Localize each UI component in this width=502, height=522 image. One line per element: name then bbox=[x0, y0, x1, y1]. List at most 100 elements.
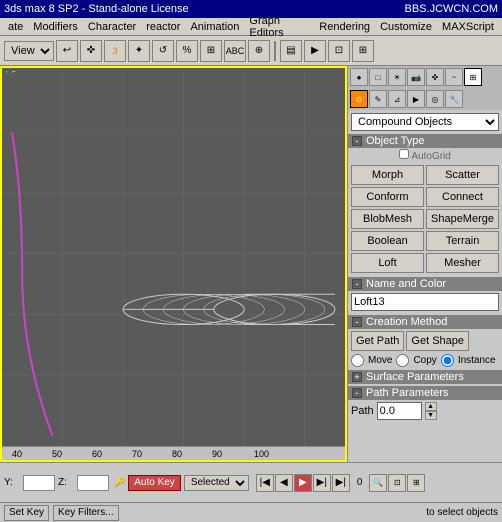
toolbar-btn-move[interactable]: ✦ bbox=[128, 40, 150, 62]
path-params-collapse[interactable]: - bbox=[352, 388, 362, 398]
path-spin-up[interactable]: ▲ bbox=[425, 402, 437, 411]
autogrid-checkbox[interactable] bbox=[399, 149, 409, 159]
conform-button[interactable]: Conform bbox=[351, 187, 424, 207]
goto-start-btn[interactable]: |◀ bbox=[256, 474, 274, 492]
surface-params-expand[interactable]: + bbox=[352, 372, 362, 382]
toolbar-btn-num[interactable]: 3 bbox=[104, 40, 126, 62]
rp-icon-hierarchy[interactable]: ⊿ bbox=[388, 90, 406, 108]
loft-button[interactable]: Loft bbox=[351, 253, 424, 273]
time-controls: Y: Z: 🔑 Auto Key Selected |◀ ◀ ▶ ▶| ▶| 0… bbox=[0, 462, 502, 502]
rp-icon-spacewarp[interactable]: ~ bbox=[445, 68, 463, 86]
keyfilters-button[interactable]: Key Filters... bbox=[53, 505, 119, 521]
rp-icon-shape[interactable]: □ bbox=[369, 68, 387, 86]
mini-btn1[interactable]: 🔍 bbox=[369, 474, 387, 492]
scatter-button[interactable]: Scatter bbox=[426, 165, 499, 185]
playback-controls: |◀ ◀ ▶ ▶| ▶| bbox=[256, 474, 350, 492]
terrain-button[interactable]: Terrain bbox=[426, 231, 499, 251]
y-input[interactable] bbox=[23, 475, 55, 491]
key-icon: 🔑 bbox=[114, 477, 125, 488]
compound-objects-dropdown[interactable]: Compound Objects bbox=[351, 113, 499, 131]
menu-rendering[interactable]: Rendering bbox=[315, 21, 374, 33]
ruler-tick-70: 70 bbox=[132, 449, 142, 459]
object-type-header: - Object Type bbox=[348, 134, 502, 148]
morph-button[interactable]: Morph bbox=[351, 165, 424, 185]
viewport[interactable]: View bbox=[0, 66, 347, 462]
boolean-button[interactable]: Boolean bbox=[351, 231, 424, 251]
shapemerge-button[interactable]: ShapeMerge bbox=[426, 209, 499, 229]
creation-method-collapse[interactable]: - bbox=[352, 317, 362, 327]
rp-icon-helper[interactable]: ✜ bbox=[426, 68, 444, 86]
rp-icon-camera[interactable]: 📷 bbox=[407, 68, 425, 86]
play-btn[interactable]: ▶ bbox=[294, 474, 312, 492]
path-row: Path ▲ ▼ bbox=[348, 400, 502, 422]
autokey-button[interactable]: Auto Key bbox=[128, 475, 181, 491]
next-frame-btn[interactable]: ▶| bbox=[313, 474, 331, 492]
rp-icon-create[interactable]: ⊙ bbox=[350, 90, 368, 108]
rp-icon-system[interactable]: ⊞ bbox=[464, 68, 482, 86]
selected-dropdown[interactable]: Selected bbox=[184, 475, 249, 491]
view-dropdown[interactable]: View bbox=[4, 41, 54, 61]
frame-count: 0 bbox=[357, 477, 363, 488]
object-type-collapse[interactable]: - bbox=[352, 136, 362, 146]
rp-icon-utilities[interactable]: 🔧 bbox=[445, 90, 463, 108]
menu-reactor[interactable]: reactor bbox=[142, 21, 184, 33]
goto-end-btn[interactable]: ▶| bbox=[332, 474, 350, 492]
creation-method-label: Creation Method bbox=[366, 316, 447, 328]
menu-modifiers[interactable]: Modifiers bbox=[29, 21, 82, 33]
creation-method-header: - Creation Method bbox=[348, 315, 502, 329]
rp-icon-modify[interactable]: ✎ bbox=[369, 90, 387, 108]
surface-params-header[interactable]: + Surface Parameters bbox=[348, 370, 502, 384]
path-params-label: Path Parameters bbox=[366, 387, 449, 399]
toolbar-btn-abc[interactable]: ABC bbox=[224, 40, 246, 62]
menu-graph-editors[interactable]: Graph Editors bbox=[245, 15, 313, 39]
ruler-tick-100: 100 bbox=[254, 449, 269, 459]
mini-btn2[interactable]: ⊡ bbox=[388, 474, 406, 492]
ruler-tick-40: 40 bbox=[12, 449, 22, 459]
menu-maxscript[interactable]: MAXScript bbox=[438, 21, 498, 33]
menu-ate[interactable]: ate bbox=[4, 21, 27, 33]
toolbar-btn-view2[interactable]: ⊞ bbox=[352, 40, 374, 62]
name-color-collapse[interactable]: - bbox=[352, 279, 362, 289]
toolbar-separator bbox=[274, 41, 276, 61]
path-spinner: ▲ ▼ bbox=[425, 402, 437, 420]
radio-copy[interactable] bbox=[396, 354, 409, 367]
toolbar-btn-layer[interactable]: ▤ bbox=[280, 40, 302, 62]
toolbar-btn-rotate[interactable]: ↺ bbox=[152, 40, 174, 62]
mini-btn3[interactable]: ⊞ bbox=[407, 474, 425, 492]
mesher-button[interactable]: Mesher bbox=[426, 253, 499, 273]
toolbar-btn-snap[interactable]: ⊕ bbox=[248, 40, 270, 62]
creation-radio-row: Move Copy Instance bbox=[348, 353, 502, 368]
ruler-tick-60: 60 bbox=[92, 449, 102, 459]
toolbar-btn-render[interactable]: ▶ bbox=[304, 40, 326, 62]
name-input[interactable] bbox=[351, 293, 499, 311]
toolbar-btn-select[interactable]: ✜ bbox=[80, 40, 102, 62]
setkey-button[interactable]: Set Key bbox=[4, 505, 49, 521]
path-spin-down[interactable]: ▼ bbox=[425, 411, 437, 420]
rp-icon-display[interactable]: ◎ bbox=[426, 90, 444, 108]
connect-button[interactable]: Connect bbox=[426, 187, 499, 207]
radio-instance[interactable] bbox=[441, 354, 454, 367]
toolbar-btn-mirror[interactable]: ⊞ bbox=[200, 40, 222, 62]
prev-frame-btn[interactable]: ◀ bbox=[275, 474, 293, 492]
toolbar-btn-undo[interactable]: ↩ bbox=[56, 40, 78, 62]
get-shape-button[interactable]: Get Shape bbox=[406, 331, 469, 351]
path-input[interactable] bbox=[377, 402, 422, 420]
radio-instance-label: Instance bbox=[458, 355, 496, 366]
radio-move[interactable] bbox=[351, 354, 364, 367]
object-type-label: Object Type bbox=[366, 135, 425, 147]
menu-character[interactable]: Character bbox=[84, 21, 140, 33]
z-input[interactable] bbox=[77, 475, 109, 491]
toolbar: View ↩ ✜ 3 ✦ ↺ % ⊞ ABC ⊕ ▤ ▶ ⊡ ⊞ bbox=[0, 36, 502, 66]
menu-animation[interactable]: Animation bbox=[186, 21, 243, 33]
blobmesh-button[interactable]: BlobMesh bbox=[351, 209, 424, 229]
rp-icon-light[interactable]: ☀ bbox=[388, 68, 406, 86]
rp-icon-motion[interactable]: ▶ bbox=[407, 90, 425, 108]
name-color-label: Name and Color bbox=[366, 278, 446, 290]
z-label: Z: bbox=[58, 477, 74, 488]
surface-params-label: Surface Parameters bbox=[366, 371, 464, 383]
rp-icon-geometry[interactable]: ● bbox=[350, 68, 368, 86]
menu-customize[interactable]: Customize bbox=[376, 21, 436, 33]
toolbar-btn-scale[interactable]: % bbox=[176, 40, 198, 62]
toolbar-btn-quick[interactable]: ⊡ bbox=[328, 40, 350, 62]
get-path-button[interactable]: Get Path bbox=[351, 331, 404, 351]
